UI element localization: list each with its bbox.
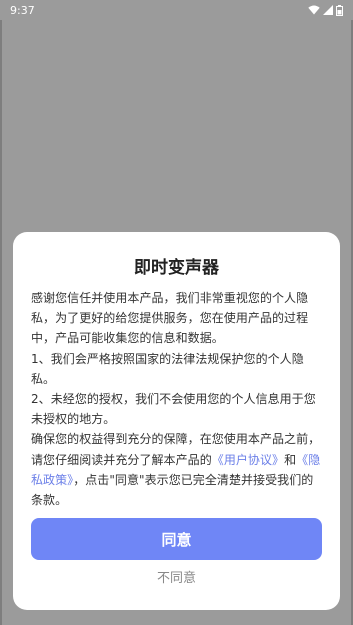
dialog-title: 即时变声器 bbox=[134, 258, 219, 278]
privacy-dialog: 即时变声器 感谢您信任并使用本产品，我们非常重视您的个人隐私，为了更好的给您提供… bbox=[13, 232, 340, 610]
disagree-button[interactable]: 不同意 bbox=[13, 568, 340, 590]
dialog-body: 感谢您信任并使用本产品，我们非常重视您的个人隐私，为了更好的给您提供服务，您在使… bbox=[31, 288, 322, 510]
user-agreement-link[interactable]: 《用户协议》 bbox=[212, 453, 284, 467]
app-edge-left bbox=[0, 20, 2, 625]
wifi-icon bbox=[308, 5, 320, 15]
closing-and-text: 和 bbox=[284, 452, 297, 467]
intro-paragraph: 感谢您信任并使用本产品，我们非常重视您的个人隐私，为了更好的给您提供服务，您在使… bbox=[31, 291, 309, 346]
closing-after-text: ，点击"同意"表示您已完全清楚并接受我们的条款。 bbox=[31, 472, 314, 508]
point-2-paragraph: 2、未经您的授权，我们不会使用您的个人信息用于您未授权的地方。 bbox=[31, 392, 316, 427]
status-bar: 9:37 bbox=[0, 0, 353, 20]
signal-icon bbox=[323, 5, 333, 15]
agree-button[interactable]: 同意 bbox=[31, 518, 322, 560]
closing-paragraph: 确保您的权益得到充分的保障，在您使用本产品之前，请您仔细阅读并充分了解本产品的《… bbox=[31, 429, 322, 510]
point-1-paragraph: 1、我们会严格按照国家的法律法规保护您的个人隐私。 bbox=[31, 351, 304, 386]
status-icons bbox=[308, 4, 343, 16]
battery-icon bbox=[336, 4, 343, 16]
status-time: 9:37 bbox=[10, 3, 35, 17]
